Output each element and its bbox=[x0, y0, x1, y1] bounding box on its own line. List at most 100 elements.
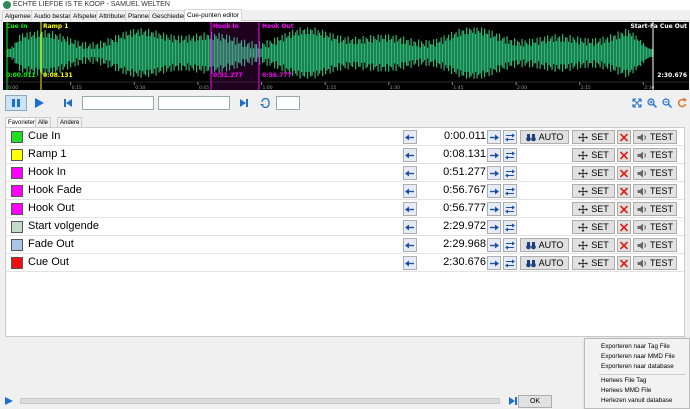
cue-color-swatch[interactable] bbox=[11, 203, 23, 215]
refresh-button[interactable] bbox=[675, 95, 688, 111]
waveform-bar bbox=[136, 32, 138, 74]
position-field-1[interactable] bbox=[82, 96, 154, 110]
cue-time: 0:51.277 bbox=[443, 166, 486, 178]
skip-end-button[interactable] bbox=[236, 95, 252, 111]
set-button[interactable]: SET bbox=[572, 238, 615, 252]
test-label: TEST bbox=[649, 240, 673, 250]
waveform-bar bbox=[520, 45, 522, 61]
test-button[interactable]: TEST bbox=[633, 220, 677, 234]
position-field-2[interactable] bbox=[158, 96, 230, 110]
swap-button[interactable] bbox=[503, 166, 517, 180]
skip-end-icon[interactable] bbox=[508, 396, 518, 406]
waveform-bar bbox=[638, 41, 640, 65]
cue-color-swatch[interactable] bbox=[11, 185, 23, 197]
waveform-bar bbox=[413, 41, 415, 65]
test-button[interactable]: TEST bbox=[633, 256, 677, 270]
jump-forward-button[interactable] bbox=[487, 238, 501, 252]
ok-button[interactable]: OK bbox=[518, 395, 552, 408]
jump-back-button[interactable] bbox=[403, 238, 417, 252]
set-button[interactable]: SET bbox=[572, 148, 615, 162]
arrow-left-icon bbox=[405, 152, 414, 158]
test-button[interactable]: TEST bbox=[633, 166, 677, 180]
menu-reload-database[interactable]: Herlezen vanuit database bbox=[601, 397, 672, 404]
test-button[interactable]: TEST bbox=[633, 148, 677, 162]
waveform-bar bbox=[304, 29, 306, 77]
jump-forward-button[interactable] bbox=[487, 130, 501, 144]
delete-button[interactable] bbox=[617, 256, 631, 270]
move-cross-icon bbox=[578, 132, 589, 142]
jump-back-button[interactable] bbox=[403, 184, 417, 198]
zoom-in-button[interactable] bbox=[645, 95, 658, 111]
swap-button[interactable] bbox=[503, 220, 517, 234]
auto-button[interactable]: AUTO bbox=[520, 256, 569, 270]
delete-button[interactable] bbox=[617, 166, 631, 180]
waveform-bar bbox=[473, 27, 475, 79]
delete-button[interactable] bbox=[617, 220, 631, 234]
jump-back-button[interactable] bbox=[403, 166, 417, 180]
jump-forward-button[interactable] bbox=[487, 166, 501, 180]
delete-button[interactable] bbox=[617, 130, 631, 144]
tab-alle[interactable]: Alle bbox=[35, 117, 52, 127]
loop-icon bbox=[259, 98, 270, 108]
delete-button[interactable] bbox=[617, 238, 631, 252]
cue-color-swatch[interactable] bbox=[11, 149, 23, 161]
loop-button[interactable] bbox=[257, 95, 273, 111]
playback-progress-track[interactable] bbox=[20, 398, 500, 404]
jump-forward-button[interactable] bbox=[487, 184, 501, 198]
waveform-display[interactable]: 0:00 0:15 0:30 0:45 1:00 1:15 1:30 1:45 2:00 2:15… bbox=[3, 22, 689, 90]
swap-button[interactable] bbox=[503, 184, 517, 198]
menu-reload-mmd-file[interactable]: Herlees MMD File bbox=[601, 387, 651, 394]
delete-button[interactable] bbox=[617, 148, 631, 162]
jump-back-button[interactable] bbox=[403, 130, 417, 144]
skip-start-button[interactable] bbox=[60, 95, 76, 111]
cue-color-swatch[interactable] bbox=[11, 257, 23, 269]
pause-button[interactable] bbox=[5, 95, 27, 111]
swap-arrows-icon bbox=[505, 223, 515, 231]
menu-export-database[interactable]: Exporteren naar database bbox=[601, 363, 674, 370]
jump-back-button[interactable] bbox=[403, 220, 417, 234]
cue-in-time: 0:00.011 bbox=[6, 72, 36, 79]
loop-count-field[interactable] bbox=[276, 96, 300, 110]
jump-forward-button[interactable] bbox=[487, 256, 501, 270]
jump-forward-button[interactable] bbox=[487, 220, 501, 234]
swap-button[interactable] bbox=[503, 130, 517, 144]
set-button[interactable]: SET bbox=[572, 166, 615, 180]
swap-button[interactable] bbox=[503, 148, 517, 162]
test-button[interactable]: TEST bbox=[633, 130, 677, 144]
set-button[interactable]: SET bbox=[572, 202, 615, 216]
menu-export-tag-file[interactable]: Exporteren naar Tag File bbox=[601, 343, 670, 350]
swap-button[interactable] bbox=[503, 202, 517, 216]
swap-button[interactable] bbox=[503, 256, 517, 270]
zoom-out-button[interactable] bbox=[660, 95, 673, 111]
menu-reload-file-tag[interactable]: Herlees File Tag bbox=[601, 377, 646, 384]
delete-button[interactable] bbox=[617, 184, 631, 198]
cue-color-swatch[interactable] bbox=[11, 221, 23, 233]
test-button[interactable]: TEST bbox=[633, 238, 677, 252]
waveform-bar bbox=[374, 38, 376, 68]
set-button[interactable]: SET bbox=[572, 130, 615, 144]
waveform-bar bbox=[512, 45, 514, 61]
test-button[interactable]: TEST bbox=[633, 184, 677, 198]
delete-button[interactable] bbox=[617, 202, 631, 216]
auto-button[interactable]: AUTO bbox=[520, 238, 569, 252]
cue-color-swatch[interactable] bbox=[11, 167, 23, 179]
set-button[interactable]: SET bbox=[572, 184, 615, 198]
set-button[interactable]: SET bbox=[572, 256, 615, 270]
swap-button[interactable] bbox=[503, 238, 517, 252]
jump-forward-button[interactable] bbox=[487, 202, 501, 216]
set-button[interactable]: SET bbox=[572, 220, 615, 234]
jump-forward-button[interactable] bbox=[487, 148, 501, 162]
cue-color-swatch[interactable] bbox=[11, 239, 23, 251]
fit-button[interactable] bbox=[630, 95, 643, 111]
menu-export-mmd-file[interactable]: Exporteren naar MMD File bbox=[601, 353, 675, 360]
jump-back-button[interactable] bbox=[403, 202, 417, 216]
test-button[interactable]: TEST bbox=[633, 202, 677, 216]
cue-color-swatch[interactable] bbox=[11, 131, 23, 143]
play-icon[interactable] bbox=[4, 396, 14, 406]
tab-andere[interactable]: Andere bbox=[57, 117, 83, 127]
auto-button[interactable]: AUTO bbox=[520, 130, 569, 144]
play-button[interactable] bbox=[30, 95, 48, 111]
jump-back-button[interactable] bbox=[403, 148, 417, 162]
jump-back-button[interactable] bbox=[403, 256, 417, 270]
tab-cue-punten-editor[interactable]: Cue-punten editor bbox=[184, 9, 243, 21]
